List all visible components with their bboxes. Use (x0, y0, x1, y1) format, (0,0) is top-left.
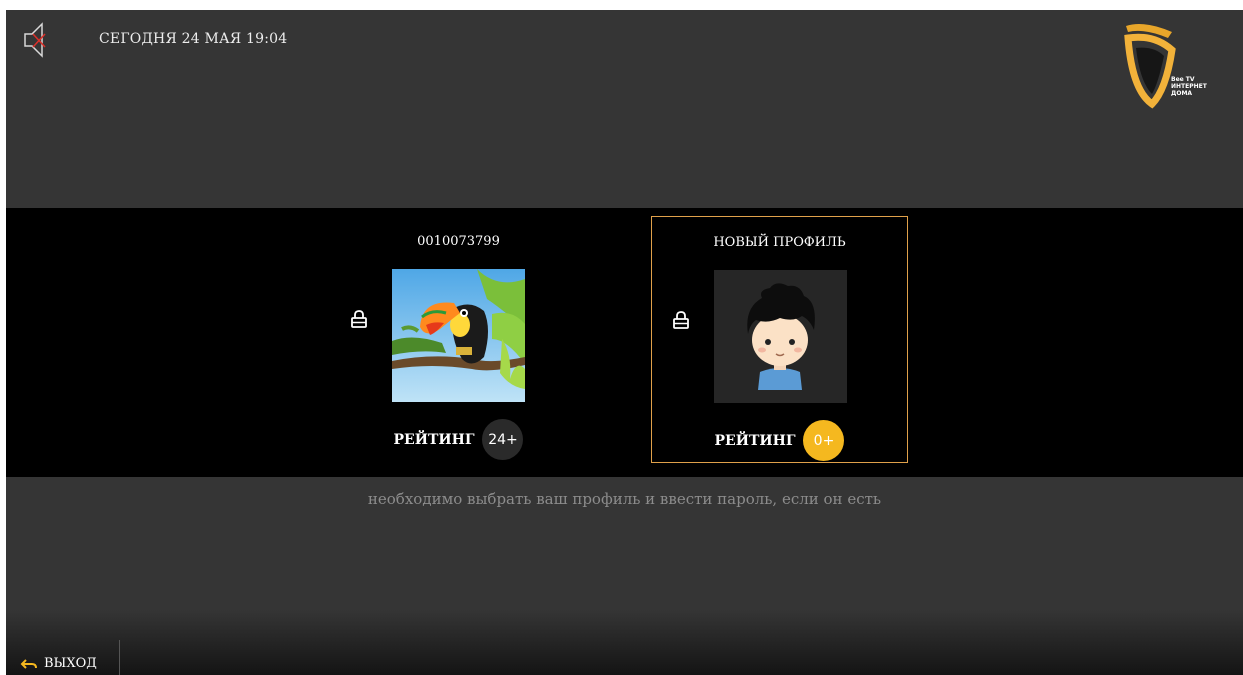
rating-label: РЕЙТИНГ (393, 431, 475, 448)
logo-text: Bee TV ИНТЕРНЕТ ДОМА (1171, 76, 1207, 97)
rating-badge: 0+ (803, 420, 845, 461)
lock-icon (673, 311, 689, 329)
boy-avatar[interactable] (714, 270, 847, 403)
exit-button[interactable]: ВЫХОД (20, 656, 97, 671)
profile-name: 0010073799 (417, 234, 500, 249)
profiles-band: 0010073799 РЕЙТИНГ 24+ НОВЫЙ ПРОФИЛЬ РЕЙ… (6, 208, 1243, 477)
header: СЕГОДНЯ 24 МАЯ 19:04 Bee TV ИНТЕРНЕТ ДОМ… (6, 10, 1243, 208)
app-screen: СЕГОДНЯ 24 МАЯ 19:04 Bee TV ИНТЕРНЕТ ДОМ… (6, 10, 1243, 675)
exit-label: ВЫХОД (44, 656, 97, 671)
mute-icon[interactable] (20, 20, 50, 60)
back-arrow-icon (20, 658, 37, 669)
rating-row: РЕЙТИНГ 0+ (652, 420, 907, 461)
footer-bar: ВЫХОД (6, 610, 1243, 675)
hint-text: необходимо выбрать ваш профиль и ввести … (367, 490, 882, 508)
rating-badge: 24+ (482, 419, 524, 460)
lock-icon (351, 310, 367, 328)
rating-row: РЕЙТИНГ 24+ (330, 419, 587, 460)
rating-label: РЕЙТИНГ (714, 432, 796, 449)
profile-card-new-profile[interactable]: НОВЫЙ ПРОФИЛЬ РЕЙТИНГ 0+ (651, 216, 908, 463)
date-time-label: СЕГОДНЯ 24 МАЯ 19:04 (99, 31, 288, 47)
toucan-avatar[interactable] (392, 269, 525, 402)
profile-name: НОВЫЙ ПРОФИЛЬ (713, 235, 846, 250)
profile-card-0010073799[interactable]: 0010073799 РЕЙТИНГ 24+ (330, 216, 587, 463)
footer-divider (119, 640, 120, 675)
